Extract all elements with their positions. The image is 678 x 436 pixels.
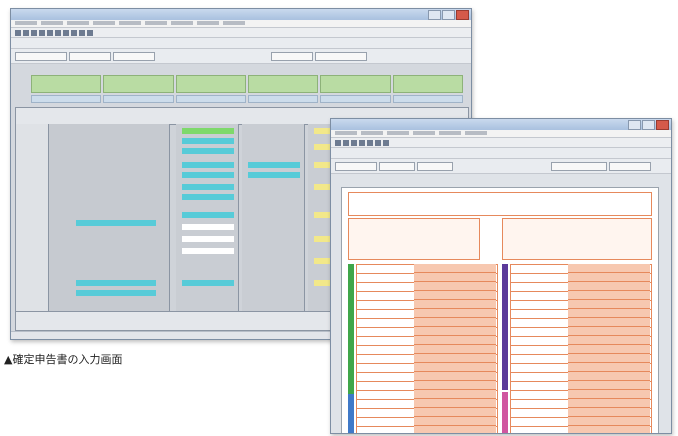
toolbar-icon[interactable] — [335, 139, 341, 146]
green-section-bar — [348, 264, 354, 394]
toolbar-icon[interactable] — [47, 29, 53, 36]
toolbar-icon[interactable] — [55, 29, 61, 36]
cyan-input-cell[interactable] — [182, 212, 234, 218]
cyan-input-cell[interactable] — [248, 172, 300, 178]
category-tab[interactable] — [392, 95, 463, 103]
form-heading-box — [348, 192, 652, 216]
form-info-block-right — [502, 218, 652, 260]
white-input-cell[interactable] — [182, 248, 234, 254]
amount-column-2 — [242, 124, 305, 330]
toolbar-icon[interactable] — [359, 139, 365, 146]
cyan-input-cell[interactable] — [182, 138, 234, 144]
form-window-title-bar — [331, 119, 671, 130]
command-button[interactable] — [15, 52, 67, 61]
toolbar-icon[interactable] — [367, 139, 373, 146]
cyan-input-cell[interactable] — [182, 162, 234, 168]
toolbar-icon[interactable] — [351, 139, 357, 146]
minimize-icon[interactable] — [628, 120, 641, 130]
cyan-input-cell[interactable] — [76, 290, 156, 296]
command-button[interactable] — [379, 162, 415, 171]
category-tab[interactable] — [103, 95, 174, 103]
command-button[interactable] — [113, 52, 155, 61]
category-tab[interactable] — [31, 95, 102, 103]
right-amount-column — [568, 264, 650, 433]
cyan-input-cell[interactable] — [182, 172, 234, 178]
category-tab[interactable] — [248, 75, 319, 93]
category-tab[interactable] — [103, 75, 174, 93]
close-icon[interactable] — [456, 10, 469, 20]
category-tab[interactable] — [175, 95, 246, 103]
command-button[interactable] — [69, 52, 111, 61]
cyan-input-cell[interactable] — [182, 148, 234, 154]
command-button[interactable] — [551, 162, 607, 171]
toolbar-icon[interactable] — [63, 29, 69, 36]
command-button[interactable] — [315, 52, 367, 61]
toolbar-icon[interactable] — [31, 29, 37, 36]
row-label-column — [16, 124, 49, 330]
category-tab[interactable] — [392, 75, 463, 93]
toolbar-icon[interactable] — [343, 139, 349, 146]
toolbar-icon[interactable] — [39, 29, 45, 36]
minimize-icon[interactable] — [428, 10, 441, 20]
command-button[interactable] — [417, 162, 453, 171]
maximize-icon[interactable] — [642, 120, 655, 130]
category-tabs-second-row — [31, 95, 463, 103]
input-window-title-bar — [11, 9, 471, 20]
input-window-address-strip — [11, 38, 471, 49]
cyan-input-cell[interactable] — [182, 184, 234, 190]
category-tab[interactable] — [31, 75, 102, 93]
pink-section-bar — [502, 392, 508, 433]
form-window-command-strip — [331, 159, 671, 174]
close-icon[interactable] — [656, 120, 669, 130]
blue-section-bar — [348, 394, 354, 433]
label-area — [49, 124, 170, 330]
toolbar-icon[interactable] — [79, 29, 85, 36]
cyan-input-cell[interactable] — [182, 280, 234, 286]
screen-caption: ▲確定申告書の入力画面 — [4, 353, 123, 366]
cyan-input-cell[interactable] — [182, 194, 234, 200]
command-button[interactable] — [609, 162, 651, 171]
input-window-command-strip — [11, 49, 471, 64]
toolbar-icon[interactable] — [87, 29, 93, 36]
left-amount-column — [414, 264, 496, 433]
toolbar-icon[interactable] — [71, 29, 77, 36]
command-button[interactable] — [335, 162, 377, 171]
cyan-input-cell[interactable] — [76, 280, 156, 286]
category-tab[interactable] — [175, 75, 246, 93]
command-button[interactable] — [271, 52, 313, 61]
white-input-cell[interactable] — [182, 224, 234, 230]
category-tab[interactable] — [320, 95, 391, 103]
form-window-menu-bar — [331, 130, 671, 138]
category-tab[interactable] — [320, 75, 391, 93]
toolbar-icon[interactable] — [375, 139, 381, 146]
form-window-address-strip — [331, 148, 671, 159]
maximize-icon[interactable] — [442, 10, 455, 20]
toolbar-icon[interactable] — [23, 29, 29, 36]
toolbar-icon[interactable] — [15, 29, 21, 36]
form-preview-window — [330, 118, 672, 434]
green-input-cell[interactable] — [182, 128, 234, 134]
category-tabs — [31, 75, 463, 93]
form-info-block — [348, 218, 480, 260]
white-input-cell[interactable] — [182, 236, 234, 242]
category-tab[interactable] — [248, 95, 319, 103]
toolbar-icon[interactable] — [383, 139, 389, 146]
purple-section-bar — [502, 264, 508, 390]
input-window-toolbar — [11, 28, 471, 38]
form-window-toolbar — [331, 138, 671, 148]
cyan-input-cell[interactable] — [76, 220, 156, 226]
tax-return-form-page — [341, 187, 659, 433]
cyan-input-cell[interactable] — [248, 162, 300, 168]
input-window-menu-bar — [11, 20, 471, 28]
